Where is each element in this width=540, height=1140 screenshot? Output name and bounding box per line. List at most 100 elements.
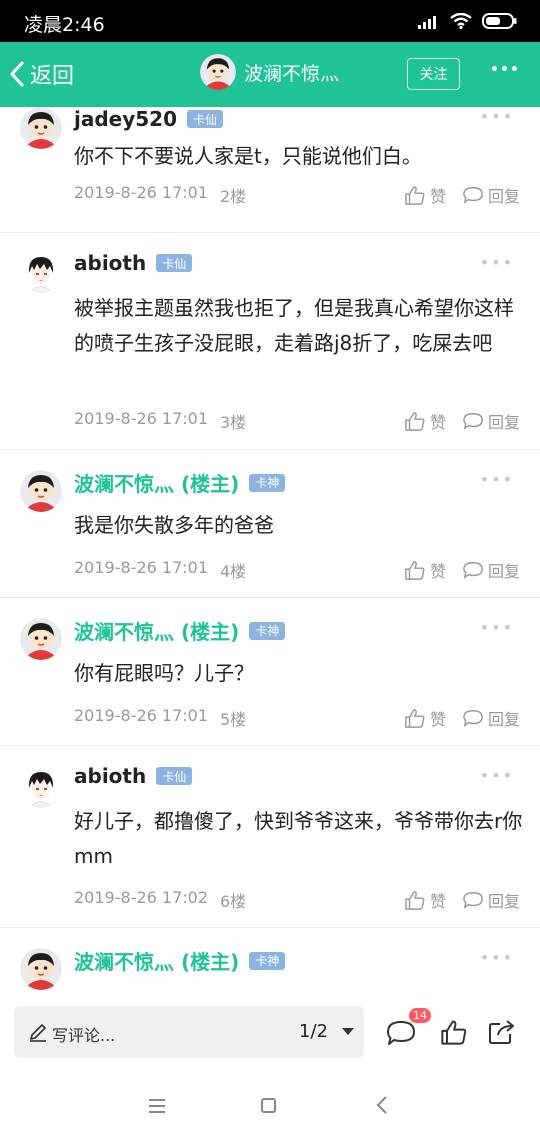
caret-down-icon[interactable]: [342, 1028, 354, 1035]
post-meta: 2019-8-26 17:02 6楼: [74, 888, 246, 912]
like-button[interactable]: 赞: [404, 409, 446, 433]
status-time: 凌晨2:46: [24, 14, 105, 36]
level-badge: 卡仙: [156, 767, 193, 785]
share-button[interactable]: [488, 1019, 516, 1049]
more-options-icon[interactable]: [492, 66, 517, 71]
thumbs-up-icon: [405, 891, 425, 910]
avatar[interactable]: [20, 470, 62, 512]
comment-bubble-icon: [463, 891, 483, 909]
post-actions: 赞 回复: [404, 888, 520, 912]
reply-label: 回复: [487, 892, 520, 911]
timestamp: 2019-8-26 17:01: [74, 409, 208, 428]
share-icon: [489, 1020, 514, 1044]
timestamp: 2019-8-26 17:01: [74, 706, 208, 725]
reply-label: 回复: [487, 413, 520, 432]
like-label: 赞: [429, 187, 446, 206]
post-more-icon[interactable]: •••: [480, 470, 514, 489]
username[interactable]: jadey520: [74, 107, 177, 131]
comments-button[interactable]: [386, 1019, 416, 1051]
battery-icon: [482, 13, 517, 29]
reply-button[interactable]: 回复: [462, 558, 520, 582]
post-actions: 赞 回复: [404, 558, 520, 582]
back-button[interactable]: 返回: [8, 56, 74, 92]
post-meta: 2019-8-26 17:01 4楼: [74, 558, 246, 582]
floor-number: 5楼: [220, 710, 247, 729]
timestamp: 2019-8-26 17:01: [74, 183, 208, 202]
post-item: 波澜不惊灬 (楼主) 卡神 •••: [0, 928, 540, 995]
avatar[interactable]: [200, 54, 236, 90]
level-badge: 卡仙: [156, 254, 193, 272]
status-icons: [418, 11, 518, 31]
name-row: 波澜不惊灬 (楼主) 卡神: [74, 616, 286, 645]
username[interactable]: abioth: [74, 764, 146, 788]
post-meta: 2019-8-26 17:01 5楼: [74, 706, 246, 730]
comment-bubble-icon: [463, 186, 483, 204]
reply-label: 回复: [487, 187, 520, 206]
chevron-left-icon: [10, 61, 24, 87]
reply-button[interactable]: 回复: [462, 888, 520, 912]
post-actions: 赞 回复: [404, 409, 520, 433]
level-badge: 卡神: [249, 473, 286, 492]
avatar[interactable]: [20, 107, 62, 149]
timestamp: 2019-8-26 17:01: [74, 558, 208, 577]
like-post-button[interactable]: [440, 1019, 468, 1049]
post-actions: 赞 回复: [404, 183, 520, 207]
post-more-icon[interactable]: •••: [480, 948, 514, 967]
avatar[interactable]: [20, 766, 62, 808]
comment-placeholder: 写评论...: [52, 1026, 116, 1045]
signal-icon: [418, 16, 436, 29]
name-row: abioth 卡仙: [74, 764, 193, 788]
thumbs-up-icon: [405, 186, 425, 205]
thumbs-up-icon: [441, 1020, 467, 1045]
avatar[interactable]: [20, 948, 62, 990]
username[interactable]: 波澜不惊灬 (楼主): [74, 616, 239, 645]
comment-bubble-icon: [387, 1021, 415, 1045]
back-label: 返回: [30, 64, 75, 89]
reply-button[interactable]: 回复: [462, 183, 520, 207]
header-user[interactable]: 波澜不惊灬: [200, 54, 339, 90]
follow-button[interactable]: 关注: [407, 58, 460, 90]
level-badge: 卡神: [249, 621, 286, 640]
wifi-icon: [450, 13, 472, 29]
like-label: 赞: [429, 710, 446, 729]
post-more-icon[interactable]: •••: [480, 766, 514, 785]
reply-button[interactable]: 回复: [462, 409, 520, 433]
pen-icon: [30, 1024, 46, 1042]
reply-label: 回复: [487, 710, 520, 729]
like-button[interactable]: 赞: [404, 888, 446, 912]
post-more-icon[interactable]: •••: [480, 253, 514, 272]
back-nav-icon[interactable]: [376, 1096, 388, 1114]
post-item: abioth 卡仙 ••• 好儿子，都撸傻了，快到爷爷这来，爷爷带你去r你mm …: [0, 746, 540, 928]
like-label: 赞: [429, 413, 446, 432]
comment-bubble-icon: [463, 412, 483, 430]
menu-icon[interactable]: [148, 1099, 166, 1113]
floor-number: 3楼: [220, 413, 247, 432]
post-text: 我是你失散多年的爸爸: [74, 513, 274, 537]
post-more-icon[interactable]: •••: [480, 107, 514, 126]
post-meta: 2019-8-26 17:01 3楼: [74, 409, 246, 433]
username[interactable]: 波澜不惊灬 (楼主): [74, 468, 239, 497]
avatar[interactable]: [20, 618, 62, 660]
reply-button[interactable]: 回复: [462, 706, 520, 730]
like-button[interactable]: 赞: [404, 706, 446, 730]
like-button[interactable]: 赞: [404, 558, 446, 582]
username[interactable]: 波澜不惊灬 (楼主): [74, 946, 239, 975]
page-indicator[interactable]: 1/2: [299, 1021, 328, 1042]
home-icon[interactable]: [261, 1098, 276, 1113]
comment-input[interactable]: 写评论... 1/2: [14, 1006, 364, 1058]
bottom-action-bar: 写评论... 1/2 14: [0, 995, 540, 1070]
post-more-icon[interactable]: •••: [480, 618, 514, 637]
comment-count-badge: 14: [409, 1008, 431, 1023]
app-header: 返回 波澜不惊灬 关注: [0, 42, 540, 107]
post-item: abioth 卡仙 ••• 被举报主题虽然我也拒了，但是我真心希望你这样的喷子生…: [0, 233, 540, 450]
reply-label: 回复: [487, 562, 520, 581]
avatar[interactable]: [20, 251, 62, 293]
like-button[interactable]: 赞: [404, 183, 446, 207]
comment-bubble-icon: [463, 709, 483, 727]
username[interactable]: abioth: [74, 251, 146, 275]
post-meta: 2019-8-26 17:01 2楼: [74, 183, 246, 207]
comment-feed[interactable]: jadey520 卡仙 ••• 你不下不要说人家是t，只能说他们白。 2019-…: [0, 107, 540, 995]
name-row: 波澜不惊灬 (楼主) 卡神: [74, 468, 286, 497]
name-row: abioth 卡仙: [74, 251, 193, 275]
level-badge: 卡仙: [187, 110, 224, 128]
